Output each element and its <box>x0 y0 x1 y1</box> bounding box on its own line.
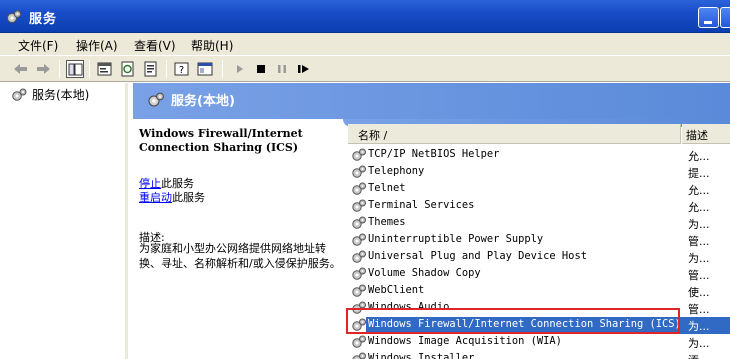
column-description-label: 描述 <box>686 129 708 142</box>
service-gear-icon <box>351 164 367 180</box>
toolbar-separator <box>89 60 90 78</box>
services-gear-icon <box>12 88 27 101</box>
menu-file[interactable]: 文件(F) <box>18 37 58 54</box>
restart-suffix: 此服务 <box>172 191 205 204</box>
title-bar: 服务 <box>0 0 730 33</box>
service-gear-icon <box>351 181 367 197</box>
column-header-name[interactable]: 名称 / <box>348 124 681 144</box>
menu-view[interactable]: 查看(V) <box>134 37 176 54</box>
console-icon[interactable] <box>196 60 214 78</box>
services-gear-icon <box>148 92 164 107</box>
service-description: 管... <box>688 235 710 248</box>
help-icon[interactable]: ? <box>173 60 191 78</box>
restart-service-line: 重启动此服务 <box>139 189 205 205</box>
pause-service-icon[interactable] <box>273 60 291 78</box>
service-name: TCP/IP NetBIOS Helper <box>368 148 500 160</box>
service-gear-icon <box>351 249 367 265</box>
service-description-pane: Windows Firewall/Internet Connection Sha… <box>133 119 343 359</box>
service-name: Universal Plug and Play Device Host <box>368 250 587 262</box>
service-gear-icon <box>351 215 367 231</box>
column-header-description[interactable]: 描述 <box>682 124 730 144</box>
description-text: 为家庭和小型办公网络提供网络地址转换、寻址、名称解析和/或入侵保护服务。 <box>139 242 341 270</box>
service-description: 允... <box>688 184 710 197</box>
service-description: 为... <box>688 320 710 333</box>
service-gear-icon <box>351 266 367 282</box>
export-list-icon[interactable] <box>142 60 160 78</box>
service-row[interactable]: Windows Image Acquisition (WIA) 为... <box>348 334 730 351</box>
forward-arrow-icon[interactable] <box>34 60 52 78</box>
service-name: Themes <box>368 216 406 228</box>
refresh-icon[interactable] <box>119 60 137 78</box>
stop-service-icon[interactable] <box>252 60 270 78</box>
start-service-icon[interactable] <box>231 60 249 78</box>
menu-bar: 文件(F) 操作(A) 查看(V) 帮助(H) <box>0 33 730 55</box>
banner-title: 服务(本地) <box>171 94 235 109</box>
minimize-button[interactable] <box>698 7 719 28</box>
service-row[interactable]: Telnet 允... <box>348 181 730 198</box>
service-name: Volume Shadow Copy <box>368 267 481 279</box>
service-gear-icon <box>351 147 367 163</box>
service-row[interactable]: Telephony 提... <box>348 164 730 181</box>
service-gear-icon <box>351 334 367 350</box>
service-description: 管... <box>688 269 710 282</box>
service-description: 为... <box>688 218 710 231</box>
svg-text:?: ? <box>179 65 184 76</box>
service-gear-icon <box>351 198 367 214</box>
service-name: Terminal Services <box>368 199 475 211</box>
service-name: Telnet <box>368 182 406 194</box>
column-name-label: 名称 / <box>358 129 388 142</box>
menu-help[interactable]: 帮助(H) <box>191 37 233 54</box>
toolbar-separator <box>166 60 167 78</box>
service-description: 为... <box>688 252 710 265</box>
service-name: Telephony <box>368 165 425 177</box>
service-gear-icon <box>351 232 367 248</box>
restart-service-link[interactable]: 重启动 <box>139 191 172 204</box>
restart-service-icon[interactable] <box>296 60 314 78</box>
service-row[interactable]: TCP/IP NetBIOS Helper 允... <box>348 147 730 164</box>
selected-service-title: Windows Firewall/Internet Connection Sha… <box>139 127 303 154</box>
service-description: 允... <box>688 150 710 163</box>
service-row[interactable]: Volume Shadow Copy 管... <box>348 266 730 283</box>
tree-item-services-local[interactable]: 服务(本地) <box>32 86 89 103</box>
service-name: Windows Installer <box>368 352 475 359</box>
back-arrow-icon[interactable] <box>12 60 30 78</box>
window-title: 服务 <box>29 12 58 27</box>
toolbar: ? <box>0 55 730 82</box>
service-row[interactable]: Universal Plug and Play Device Host 为... <box>348 249 730 266</box>
service-name: WebClient <box>368 284 425 296</box>
service-row[interactable]: Windows Installer 添... <box>348 351 730 359</box>
show-hide-tree-icon[interactable] <box>66 60 84 78</box>
properties-icon[interactable] <box>96 60 114 78</box>
service-gear-icon <box>351 351 367 359</box>
service-row[interactable]: Themes 为... <box>348 215 730 232</box>
services-gear-icon <box>7 10 22 23</box>
service-name: Windows Image Acquisition (WIA) <box>368 335 562 347</box>
toolbar-separator <box>59 60 60 78</box>
service-description: 使... <box>688 286 710 299</box>
maximize-button[interactable] <box>720 7 730 28</box>
services-banner: 服务(本地) <box>133 83 730 119</box>
service-gear-icon <box>351 283 367 299</box>
menu-action[interactable]: 操作(A) <box>76 37 118 54</box>
service-description: 为... <box>688 337 710 350</box>
service-description: 管... <box>688 303 710 316</box>
service-name: Uninterruptible Power Supply <box>368 233 544 245</box>
highlight-annotation-box <box>346 308 680 334</box>
service-row[interactable]: WebClient 使... <box>348 283 730 300</box>
service-description: 提... <box>688 167 710 180</box>
service-description: 允... <box>688 201 710 214</box>
toolbar-separator <box>222 60 223 78</box>
service-description: 添... <box>688 352 710 359</box>
service-row[interactable]: Terminal Services 允... <box>348 198 730 215</box>
service-row[interactable]: Uninterruptible Power Supply 管... <box>348 232 730 249</box>
console-tree: 服务(本地) <box>0 83 128 359</box>
